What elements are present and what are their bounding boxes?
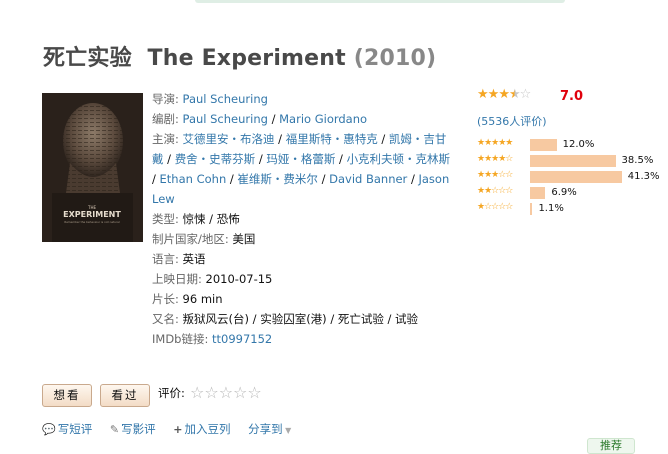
action-links: 💬 写短评 ✎ 写影评 + 加入豆列 分享到 ▼ [42,421,305,437]
rating-stars: ★★★★☆ [477,87,532,102]
rating-bar [530,187,546,199]
country-label: 制片国家/地区: [152,232,229,246]
cast-link[interactable]: 玛娅・格蕾斯 [266,152,335,166]
share-link[interactable]: 分享到 ▼ [248,422,291,436]
director-label: 导演: [152,92,179,106]
cast-link[interactable]: David Banner [329,172,407,186]
writer-link[interactable]: Mario Giordano [279,112,367,126]
comment-icon: 💬 [42,423,56,436]
rate-label: 评价: [158,386,185,400]
movie-info: 导演: Paul Scheuring 编剧: Paul Scheuring / … [152,89,457,349]
release-label: 上映日期: [152,272,202,286]
title-cn: 死亡实验 [43,46,132,71]
imdb-row: IMDb链接: tt0997152 [152,329,457,349]
genre-value: 惊悚 [182,212,206,226]
release-row: 上映日期: 2010-07-15 [152,269,457,289]
rating-bar [530,139,557,151]
imdb-label: IMDb链接: [152,332,209,346]
cast-label: 主演: [152,132,179,146]
rating-bar-percent: 12.0% [562,139,595,150]
star-full-icon: ★ [487,87,500,102]
director-row: 导演: Paul Scheuring [152,89,457,109]
rating-bar-row: ★☆☆☆☆ 1.1% [477,202,657,218]
cast-link[interactable]: 艾德里安・布洛迪 [183,132,275,146]
country-value: 美国 [232,232,256,246]
cast-link[interactable]: 小克利夫顿・克林斯 [347,152,451,166]
rating-bar [530,171,622,183]
write-short-review-link[interactable]: 💬 写短评 [42,422,92,436]
country-row: 制片国家/地区: 美国 [152,229,457,249]
aka-value: 叛狱风云(台) / 实验囚室(港) / 死亡试验 / 试验 [182,312,419,326]
language-row: 语言: 英语 [152,249,457,269]
poster-art: THE EXPERIMENT Remember the behaviour is… [42,93,143,242]
genre-row: 类型: 惊悚 / 恐怖 [152,212,240,226]
runtime-row: 片长: 96 min [152,289,457,309]
movie-poster[interactable]: THE EXPERIMENT Remember the behaviour is… [42,93,143,242]
rating-bar-percent: 41.3% [627,171,660,182]
cast-link[interactable]: Ethan Cohn [160,172,227,186]
director-link[interactable]: Paul Scheuring [183,92,268,106]
want-to-watch-button[interactable]: 想看 [42,384,92,407]
rating-bar-row: ★★★★★ 12.0% [477,138,657,154]
write-short-review-label: 写短评 [57,422,93,436]
rating-bar-row: ★★☆☆☆ 6.9% [477,186,657,202]
star-half-icon: ★ [508,87,521,102]
runtime-label: 片长: [152,292,179,306]
watched-button[interactable]: 看过 [100,384,150,407]
cast-link[interactable]: 费舍・史蒂芬斯 [175,152,256,166]
poster-title: EXPERIMENT [63,210,121,219]
rating-bar [530,203,533,215]
rating-bar-percent: 6.9% [551,187,577,198]
star-empty-icon: ☆ [519,87,532,102]
star-full-icon: ★ [477,87,489,102]
title-en: The Experiment [147,46,346,71]
rating-bar-row: ★★★★☆ 38.5% [477,154,657,170]
aka-label: 又名: [152,312,179,326]
language-label: 语言: [152,252,179,266]
pencil-icon: ✎ [109,423,120,436]
writer-link[interactable]: Paul Scheuring [183,112,268,126]
rating-bar-stars: ★★☆☆☆ [477,186,513,196]
add-to-list-label: 加入豆列 [184,422,231,436]
rating-bar-percent: 1.1% [538,203,564,214]
page-title: 死亡实验 The Experiment (2010) [43,40,436,72]
plus-icon: + [173,423,183,436]
rating-bar-stars: ★★★☆☆ [477,170,513,180]
rating-bar [530,155,616,167]
user-rating-stars[interactable]: ☆☆☆☆☆ [190,383,262,402]
recommend-button[interactable]: 推荐 [587,438,635,454]
poster-subtitle: Remember the behaviour is not natural [64,220,119,224]
aka-row: 又名: 叛狱风云(台) / 实验囚室(港) / 死亡试验 / 试验 [152,309,457,329]
rating-score: 7.0 [560,89,584,104]
star-full-icon: ★ [498,87,510,102]
rating-votes-link[interactable]: (5536人评价) [477,113,547,129]
release-value: 2010-07-15 [205,272,273,286]
cast-row: 主演: 艾德里安・布洛迪 / 福里斯特・惠特克 / 凯姆・吉甘戴 / 费舍・史蒂… [152,132,451,206]
caret-down-icon: ▼ [282,426,292,435]
runtime-value: 96 min [182,292,223,306]
write-review-link[interactable]: ✎ 写影评 [110,422,156,436]
add-to-list-link[interactable]: + 加入豆列 [173,422,230,436]
rating-bar-stars: ★★★★☆ [477,154,513,164]
share-label: 分享到 [248,422,283,436]
writer-row: 编剧: Paul Scheuring / Mario Giordano [152,112,368,126]
writer-label: 编剧: [152,112,179,126]
imdb-link[interactable]: tt0997152 [212,332,272,346]
top-bar [195,0,565,3]
rating-bar-stars: ★☆☆☆☆ [477,202,513,212]
rating-bar-percent: 38.5% [621,155,654,166]
rating-bar-stars: ★★★★★ [477,138,513,148]
write-review-label: 写影评 [121,422,156,436]
cast-link[interactable]: 崔维斯・费米尔 [237,172,318,186]
language-value: 英语 [182,252,206,266]
cast-link[interactable]: 福里斯特・惠特克 [286,132,378,146]
title-year: (2010) [353,46,437,71]
rating-bar-row: ★★★☆☆ 41.3% [477,170,660,186]
genre-label: 类型: [152,212,179,226]
genre-value: 恐怖 [216,212,240,226]
